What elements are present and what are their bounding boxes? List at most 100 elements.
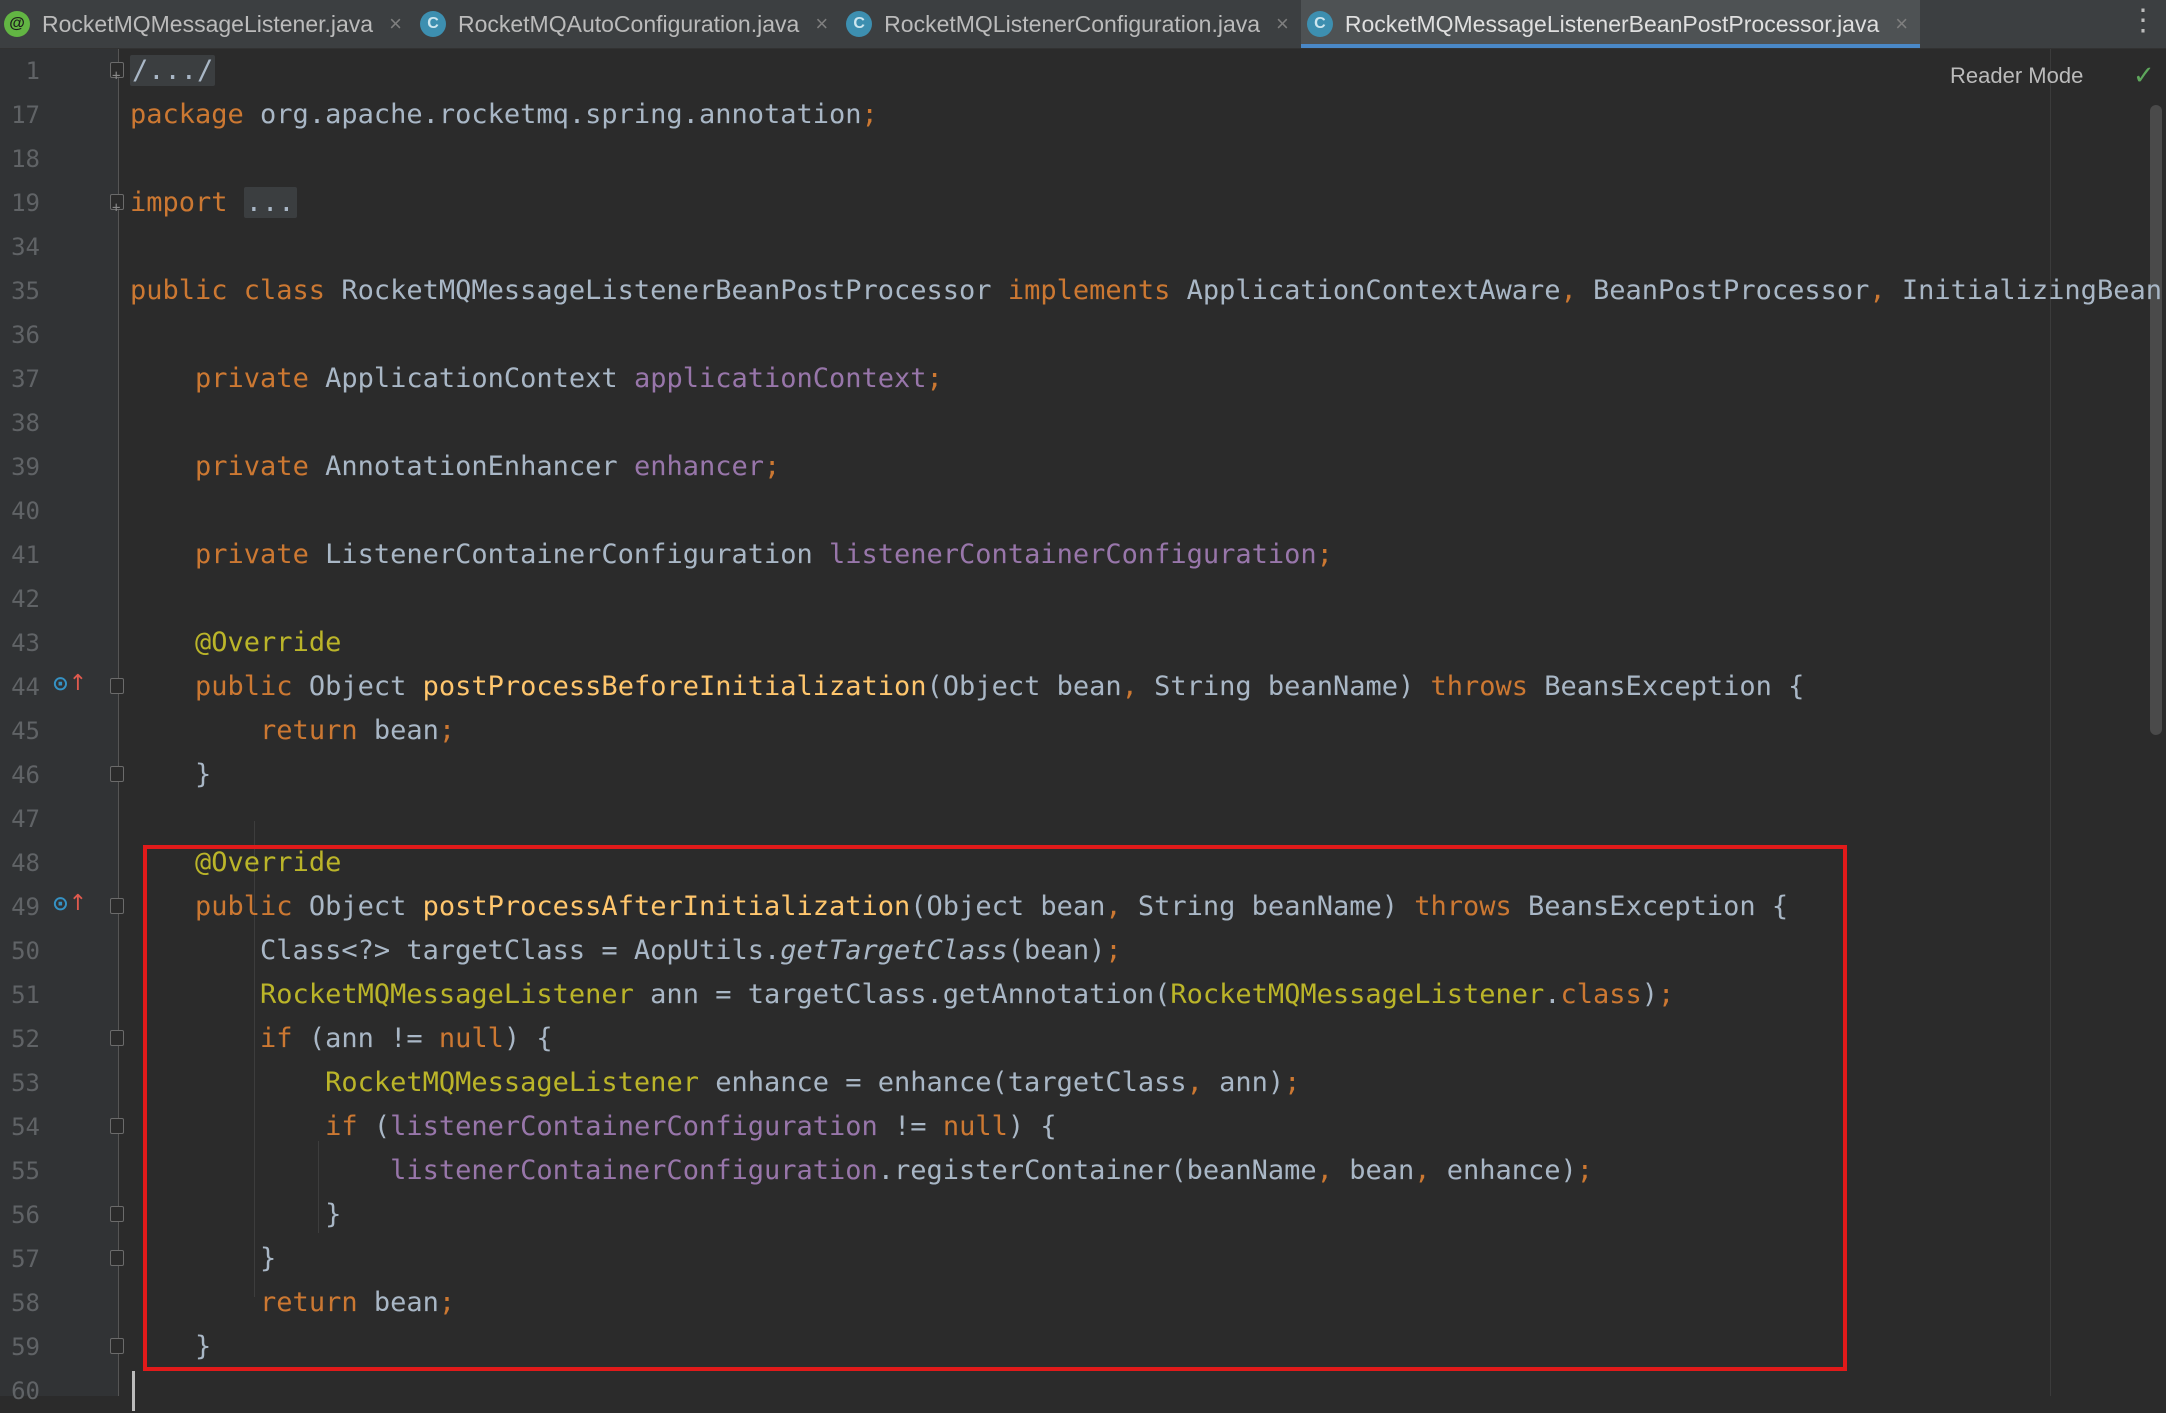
code-editor[interactable]: Reader Mode ✓ 1/.../17package org.apache… [0, 49, 2166, 1411]
override-method-icon[interactable]: ⊙↑ [52, 673, 87, 695]
code-text[interactable]: return bean; [130, 709, 455, 753]
line-number[interactable]: 57 [0, 1237, 40, 1281]
expand-fold-icon[interactable] [110, 186, 124, 230]
collapse-fold-icon[interactable] [110, 898, 124, 914]
line-number[interactable]: 41 [0, 533, 40, 577]
line-number[interactable]: 59 [0, 1325, 40, 1369]
code-token: ListenerContainerConfiguration [325, 539, 829, 570]
code-line[interactable]: 18 [0, 137, 2150, 181]
line-number[interactable]: 43 [0, 621, 40, 665]
line-number[interactable]: 50 [0, 929, 40, 973]
close-icon[interactable]: × [1895, 11, 1908, 37]
code-text[interactable]: @Override [130, 621, 341, 665]
code-line[interactable]: 45 return bean; [0, 709, 2150, 753]
line-number[interactable]: 44 [0, 665, 40, 709]
override-method-icon[interactable]: ⊙↑ [52, 893, 87, 915]
code-text[interactable]: /.../ [130, 49, 216, 93]
code-text[interactable]: import ... [130, 181, 297, 225]
code-line[interactable]: 47 [0, 797, 2150, 841]
tab-label: RocketMQMessageListener.java [42, 10, 374, 37]
line-number[interactable]: 56 [0, 1193, 40, 1237]
code-line[interactable]: 43 @Override [0, 621, 2150, 665]
code-token: } [130, 759, 212, 790]
line-number[interactable]: 19 [0, 181, 40, 225]
editor-tab[interactable]: C RocketMQMessageListenerBeanPostProcesso… [1300, 0, 1921, 48]
code-line[interactable]: 46 } [0, 753, 2150, 797]
line-number[interactable]: 38 [0, 401, 40, 445]
line-number[interactable]: 45 [0, 709, 40, 753]
line-number[interactable]: 49 [0, 885, 40, 929]
code-text[interactable]: package org.apache.rocketmq.spring.annot… [130, 93, 878, 137]
code-line[interactable]: 1 /.../ [0, 49, 2150, 98]
code-line[interactable]: 38 [0, 401, 2150, 445]
code-text[interactable]: } [130, 753, 211, 797]
collapse-fold-icon[interactable] [110, 1250, 124, 1266]
editor-tab-bar: @ RocketMQMessageListener.java × C RocketMQA… [0, 0, 2166, 49]
vertical-scrollbar[interactable] [2150, 105, 2162, 735]
code-line[interactable]: 35 public class RocketMQMessageListenerBe… [0, 269, 2162, 313]
close-icon[interactable]: × [1276, 11, 1289, 37]
line-number[interactable]: 36 [0, 313, 40, 357]
line-number[interactable]: 47 [0, 797, 40, 841]
code-line[interactable]: 41 private ListenerContainerConfiguratio… [0, 533, 2150, 577]
code-token: enhancer [633, 451, 764, 482]
line-number[interactable]: 53 [0, 1061, 40, 1105]
code-line[interactable]: 39 private AnnotationEnhancer enhancer; [0, 445, 2150, 489]
code-line[interactable]: 40 [0, 489, 2150, 533]
line-number[interactable]: 52 [0, 1017, 40, 1061]
line-number[interactable]: 39 [0, 445, 40, 489]
close-icon[interactable]: × [815, 11, 828, 37]
collapse-fold-icon[interactable] [110, 1030, 124, 1046]
code-token: import [130, 187, 244, 218]
line-number[interactable]: 58 [0, 1281, 40, 1325]
code-token: postProcessBeforeInitialization [422, 671, 927, 702]
collapse-fold-icon[interactable] [110, 1118, 124, 1134]
code-line[interactable]: 36 [0, 313, 2150, 357]
collapse-fold-icon[interactable] [110, 1338, 124, 1354]
code-token: BeansException { [1544, 671, 1805, 702]
code-line[interactable]: 17 package org.apache.rocketmq.spring.ann… [0, 93, 2150, 137]
code-line[interactable]: 19 import ... [0, 181, 2150, 230]
editor-tab[interactable]: @ RocketMQMessageListener.java × [0, 0, 414, 48]
code-token: private [195, 451, 326, 482]
code-text[interactable]: private ApplicationContext applicationCo… [130, 357, 943, 401]
code-token: ; [926, 363, 943, 394]
editor-tab[interactable]: C RocketMQListenerConfiguration.java × [840, 0, 1301, 48]
line-number[interactable]: 48 [0, 841, 40, 885]
code-text[interactable]: public class RocketMQMessageListenerBean… [130, 269, 2166, 313]
code-line[interactable]: 37 private ApplicationContext applicatio… [0, 357, 2150, 401]
code-line[interactable]: 60 [0, 1369, 2150, 1413]
line-number[interactable]: 40 [0, 489, 40, 533]
line-number[interactable]: 17 [0, 93, 40, 137]
line-number[interactable]: 55 [0, 1149, 40, 1193]
code-token: @Override [195, 627, 342, 658]
collapse-fold-icon[interactable] [110, 1206, 124, 1222]
line-number[interactable]: 35 [0, 269, 40, 313]
close-icon[interactable]: × [389, 11, 402, 37]
line-number[interactable]: 54 [0, 1105, 40, 1149]
code-line[interactable]: 44 ⊙↑ public Object postProcessBeforeInit… [0, 665, 2150, 709]
line-number[interactable]: 42 [0, 577, 40, 621]
code-line[interactable]: 34 [0, 225, 2150, 269]
line-number[interactable]: 51 [0, 973, 40, 1017]
code-text[interactable]: private AnnotationEnhancer enhancer; [130, 445, 780, 489]
code-text[interactable]: private ListenerContainerConfiguration l… [130, 533, 1333, 577]
editor-tab[interactable]: C RocketMQAutoConfiguration.java × [414, 0, 840, 48]
expand-fold-icon[interactable] [110, 54, 124, 98]
code-token: ApplicationContextAware [1186, 275, 1561, 306]
line-number[interactable]: 46 [0, 753, 40, 797]
code-text[interactable]: public Object postProcessBeforeInitializ… [130, 665, 1804, 709]
line-number[interactable]: 1 [0, 49, 40, 93]
collapse-fold-icon[interactable] [110, 678, 124, 694]
line-number[interactable]: 18 [0, 137, 40, 181]
code-line[interactable]: 42 [0, 577, 2150, 621]
annotation-icon: @ [4, 11, 30, 37]
more-menu-icon[interactable]: ⋮ [2128, 6, 2158, 36]
line-number[interactable]: 34 [0, 225, 40, 269]
line-number[interactable]: 37 [0, 357, 40, 401]
code-token: ApplicationContext [325, 363, 634, 394]
collapse-fold-icon[interactable] [110, 766, 124, 782]
line-number[interactable]: 60 [0, 1369, 40, 1413]
class-icon: C [419, 11, 446, 37]
